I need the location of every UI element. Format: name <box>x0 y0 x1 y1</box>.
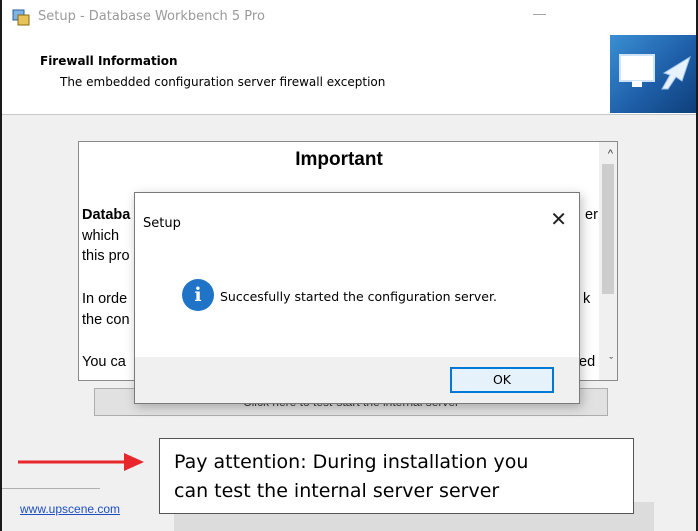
info-icon: i <box>182 279 214 311</box>
memo-line: In orde <box>82 291 128 307</box>
minimize-button[interactable]: — <box>533 6 546 21</box>
monitor-arrow-icon <box>619 54 691 90</box>
annotation-line: Pay attention: During installation you <box>174 451 529 473</box>
setup-message-dialog: Setup ✕ i Succesfully started the config… <box>134 192 580 404</box>
scroll-up-icon[interactable]: ^ <box>608 148 613 160</box>
wizard-header: Firewall Information The embedded config… <box>2 34 696 115</box>
close-icon[interactable]: ✕ <box>550 207 567 232</box>
memo-line: You ca <box>82 354 126 370</box>
memo-fragment: er <box>585 207 598 223</box>
scroll-down-icon[interactable]: ˇ <box>609 356 613 368</box>
dialog-message: Succesfully started the configuration se… <box>220 289 497 304</box>
dialog-footer: OK <box>135 357 579 403</box>
wizard-header-image <box>610 35 696 113</box>
dialog-title: Setup <box>143 216 181 231</box>
memo-fragment: k <box>583 291 591 307</box>
memo-fragment: ed <box>579 354 596 370</box>
memo-line: the con <box>82 312 130 328</box>
ok-button[interactable]: OK <box>450 367 554 393</box>
window-title: Setup - Database Workbench 5 Pro <box>38 9 265 24</box>
red-arrow-icon <box>18 453 144 471</box>
title-bar[interactable]: Setup - Database Workbench 5 Pro — <box>2 0 696 34</box>
page-title: Firewall Information <box>40 54 178 68</box>
annotation-line: can test the internal server server <box>174 480 500 502</box>
footer-divider <box>2 488 100 489</box>
memo-heading: Important <box>295 149 383 170</box>
memo-line: which <box>82 228 120 244</box>
memo-scrollbar[interactable]: ^ ˇ <box>599 142 617 380</box>
setup-app-icon <box>12 9 30 26</box>
page-subtitle: The embedded configuration server firewa… <box>60 75 386 89</box>
scroll-thumb[interactable] <box>602 164 614 294</box>
annotation-callout: Pay attention: During installation you c… <box>159 438 634 514</box>
memo-line: Databa <box>82 207 131 223</box>
upscene-link[interactable]: www.upscene.com <box>20 502 120 516</box>
memo-line: this pro <box>82 248 130 264</box>
